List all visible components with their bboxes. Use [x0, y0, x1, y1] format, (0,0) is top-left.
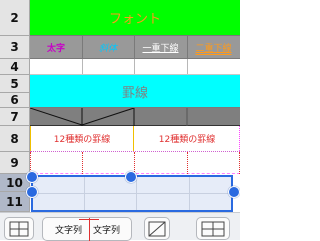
border-title: 罫線	[121, 85, 148, 101]
selection-handle-top-left[interactable]	[26, 171, 38, 183]
font-samples-row: 太字 斜体 一重下線 二重下線	[30, 36, 240, 59]
row-header-8[interactable]: 8	[0, 126, 30, 152]
row-header-4[interactable]: 4	[0, 59, 30, 75]
red-border-marker	[89, 218, 90, 241]
selection-handle-right[interactable]	[228, 186, 240, 198]
cell-border-button[interactable]	[196, 217, 230, 240]
red-border-marker-top	[79, 219, 99, 220]
bold-sample[interactable]: 太字	[30, 36, 82, 58]
diagonal-border-button[interactable]	[144, 217, 170, 240]
border-label-left[interactable]: 12種類の罫線	[30, 126, 134, 151]
text-sample-left: 文字列	[55, 226, 83, 236]
text-sample-right: 文字列	[93, 226, 121, 236]
row-header-7[interactable]: 7	[0, 108, 30, 126]
row-header-3[interactable]: 3	[0, 36, 30, 59]
border-label-right[interactable]: 12種類の罫線	[134, 126, 240, 151]
border-title-cell[interactable]: 罫線	[30, 75, 240, 108]
italic-sample[interactable]: 斜体	[82, 36, 134, 58]
grid-style-button[interactable]	[4, 217, 34, 240]
row-header-2[interactable]: 2	[0, 0, 30, 36]
border-grid-icon	[201, 221, 225, 237]
diagonal-line-icon	[148, 221, 166, 237]
text-format-preview-button[interactable]: 文字列 文字列	[42, 217, 132, 241]
row-header-9[interactable]: 9	[0, 152, 30, 174]
row-header-6[interactable]: 6	[0, 93, 30, 108]
row-header-5[interactable]: 5	[0, 75, 30, 93]
spreadsheet-grid[interactable]: 2 3 4 5 6 7 8 9 10 11 フォント 太字 斜体 一重下線 二重…	[0, 0, 240, 212]
empty-row-4[interactable]	[30, 59, 240, 75]
border-samples-row[interactable]	[30, 152, 240, 174]
bottom-toolbar: 文字列 文字列	[0, 212, 240, 241]
diagonal-border-lines	[30, 108, 188, 126]
selection-handle-left[interactable]	[26, 186, 38, 198]
border-labels-row: 12種類の罫線 12種類の罫線	[30, 126, 240, 152]
diagonal-border-row[interactable]	[30, 108, 240, 126]
grid-icon	[9, 221, 29, 237]
font-title: フォント	[108, 12, 161, 27]
selection-handle-top-mid[interactable]	[125, 171, 137, 183]
row-header-11[interactable]: 11	[0, 192, 30, 212]
font-title-cell[interactable]: フォント	[30, 0, 240, 36]
double-underline-sample[interactable]: 二重下線	[187, 36, 240, 58]
single-underline-sample[interactable]: 一重下線	[134, 36, 187, 58]
